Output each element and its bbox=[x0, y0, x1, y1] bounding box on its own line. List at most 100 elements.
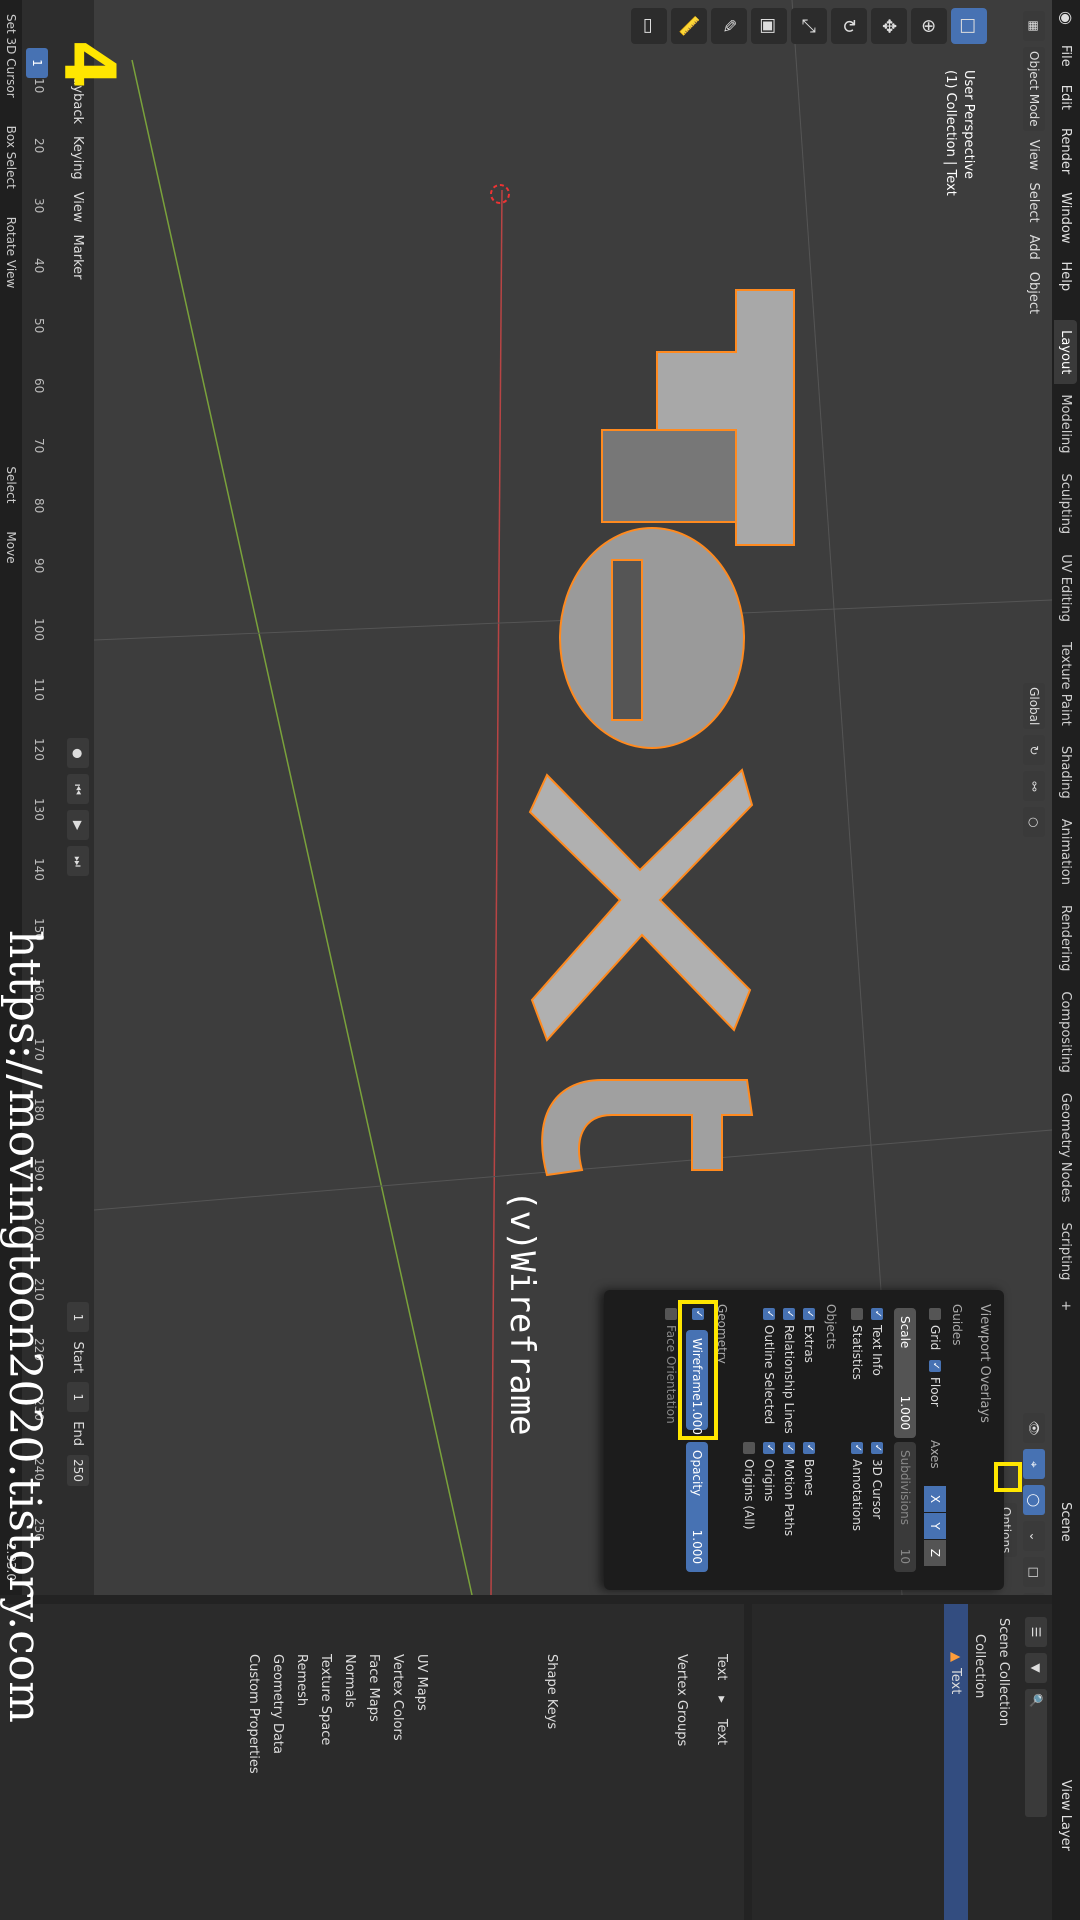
tab-modeling[interactable]: Modeling bbox=[1055, 384, 1078, 463]
snap-icon[interactable]: ⚯ bbox=[1023, 771, 1045, 802]
panel-texture-space[interactable]: Texture Space bbox=[314, 1604, 338, 1920]
scene-collection-label: Scene Collection bbox=[996, 1618, 1012, 1727]
origins-checkbox[interactable]: ✓ Origins bbox=[762, 1442, 776, 1502]
floor-checkbox[interactable]: ✓ Floor bbox=[928, 1360, 942, 1407]
object-mode-dropdown[interactable]: Object Mode bbox=[1023, 47, 1045, 131]
rotate-tool-icon[interactable]: ↻ bbox=[831, 8, 867, 44]
overlays-toggle-icon[interactable]: ◯ bbox=[1023, 1485, 1045, 1516]
end-label: End bbox=[70, 1421, 86, 1446]
panel-custom-properties[interactable]: Custom Properties bbox=[242, 1604, 266, 1920]
motion-paths-checkbox[interactable]: ✓ Motion Paths bbox=[782, 1442, 796, 1536]
menu-view[interactable]: View bbox=[1027, 140, 1042, 171]
bones-checkbox[interactable]: ✓ Bones bbox=[802, 1442, 816, 1496]
menu-edit[interactable]: Edit bbox=[1059, 76, 1074, 119]
timeline-tick: 70 bbox=[32, 438, 46, 454]
text-info-checkbox[interactable]: ✓ Text Info bbox=[870, 1308, 884, 1376]
tab-uv-editing[interactable]: UV Editing bbox=[1055, 544, 1078, 632]
record-icon[interactable]: ● bbox=[67, 738, 89, 769]
menu-render[interactable]: Render bbox=[1059, 119, 1074, 183]
jump-start-icon[interactable]: ⏮ bbox=[67, 774, 89, 805]
3d-viewport[interactable]: ▦ Object Mode View Select Add Object Glo… bbox=[94, 0, 1052, 1595]
axis-y-toggle[interactable]: Y bbox=[924, 1513, 946, 1539]
tab-rendering[interactable]: Rendering bbox=[1055, 895, 1078, 981]
select-box-tool-icon[interactable]: □ bbox=[951, 8, 987, 44]
outliner-filter-icon[interactable]: ▼ bbox=[1025, 1653, 1047, 1683]
menu-view-timeline[interactable]: View bbox=[71, 192, 86, 223]
panel-face-maps[interactable]: Face Maps bbox=[362, 1604, 386, 1920]
pivot-icon[interactable]: ↻ bbox=[1023, 735, 1045, 766]
text-object-mesh[interactable] bbox=[528, 289, 795, 1177]
gizmo-toggle-icon[interactable]: ⌖ bbox=[1023, 1449, 1045, 1480]
panel-remesh[interactable]: Remesh bbox=[290, 1604, 314, 1920]
menu-file[interactable]: File bbox=[1059, 36, 1074, 76]
tab-shading[interactable]: Shading bbox=[1055, 736, 1078, 809]
start-frame-field[interactable]: 1 bbox=[67, 1382, 89, 1413]
outliner-editor-icon[interactable]: ☰ bbox=[1025, 1617, 1047, 1647]
transform-tool-icon[interactable]: ▣ bbox=[751, 8, 787, 44]
panel-uv-maps[interactable]: UV Maps bbox=[410, 1604, 434, 1920]
grid-subdivisions-slider[interactable]: Subdivisions 10 bbox=[894, 1442, 916, 1572]
tab-layout[interactable]: Layout bbox=[1054, 320, 1078, 385]
xray-icon[interactable]: □ bbox=[1023, 1557, 1045, 1588]
visibility-icon[interactable]: 👁 bbox=[1023, 1413, 1045, 1444]
menu-marker[interactable]: Marker bbox=[71, 235, 86, 280]
menu-window[interactable]: Window bbox=[1059, 183, 1074, 252]
add-cube-tool-icon[interactable]: ▭ bbox=[631, 8, 667, 44]
menu-keying[interactable]: Keying bbox=[71, 136, 86, 180]
move-tool-icon[interactable]: ✥ bbox=[871, 8, 907, 44]
scene-collection-row[interactable]: Scene Collection bbox=[992, 1604, 1016, 1920]
view-layer-selector[interactable]: View Layer bbox=[1059, 1771, 1074, 1860]
current-frame-field[interactable]: 1 bbox=[67, 1302, 89, 1333]
properties-panel: Text ▸ Text Vertex Groups Shape Keys UV … bbox=[0, 1604, 744, 1920]
outline-selected-checkbox[interactable]: ✓ Outline Selected bbox=[762, 1308, 776, 1424]
jump-end-icon[interactable]: ⏭ bbox=[67, 846, 89, 877]
panel-shape-keys[interactable]: Shape Keys bbox=[540, 1604, 564, 1920]
timeline-tick: 60 bbox=[32, 378, 46, 394]
relationship-lines-checkbox[interactable]: ✓ Relationship Lines bbox=[782, 1308, 796, 1434]
panel-vertex-groups[interactable]: Vertex Groups bbox=[670, 1604, 694, 1920]
end-frame-field[interactable]: 250 bbox=[67, 1454, 89, 1486]
annotate-tool-icon[interactable]: ✎ bbox=[711, 8, 747, 44]
transform-orientation-dropdown[interactable]: Global bbox=[1023, 683, 1045, 730]
timeline-tick: 10 bbox=[32, 78, 46, 94]
menu-add[interactable]: Add bbox=[1027, 235, 1042, 260]
panel-geometry-data[interactable]: Geometry Data bbox=[266, 1604, 290, 1920]
editor-type-button[interactable]: ▦ bbox=[1023, 11, 1045, 41]
scale-tool-icon[interactable]: ⤢ bbox=[791, 8, 827, 44]
opacity-slider[interactable]: Opacity 1.000 bbox=[686, 1442, 708, 1572]
grid-checkbox[interactable]: Grid bbox=[928, 1308, 942, 1350]
menu-help[interactable]: Help bbox=[1059, 253, 1074, 301]
tab-compositing[interactable]: Compositing bbox=[1055, 981, 1078, 1083]
proportional-edit-icon[interactable]: ○ bbox=[1023, 807, 1045, 838]
tab-geometry-nodes[interactable]: Geometry Nodes bbox=[1055, 1083, 1078, 1213]
tab-scripting[interactable]: Scripting bbox=[1055, 1213, 1078, 1291]
add-workspace-button[interactable]: + bbox=[1055, 1290, 1078, 1321]
scene-selector[interactable]: Scene bbox=[1059, 1493, 1074, 1551]
collection-row[interactable]: Collection bbox=[968, 1604, 992, 1920]
shading-wireframe-icon[interactable]: ◎ bbox=[1023, 1593, 1045, 1595]
outliner-search-input[interactable]: 🔍 bbox=[1025, 1689, 1047, 1817]
grid-scale-slider[interactable]: Scale 1.000 bbox=[894, 1308, 916, 1438]
playhead[interactable]: 1 bbox=[26, 48, 48, 78]
origins-all-checkbox[interactable]: Origins (All) bbox=[742, 1442, 756, 1530]
tab-animation[interactable]: Animation bbox=[1055, 809, 1078, 895]
overlays-dropdown-icon[interactable]: ⌄ bbox=[1023, 1521, 1045, 1552]
panel-vertex-colors[interactable]: Vertex Colors bbox=[386, 1604, 410, 1920]
cursor-tool-icon[interactable]: ⊕ bbox=[911, 8, 947, 44]
panel-normals[interactable]: Normals bbox=[338, 1604, 362, 1920]
play-icon[interactable]: ▶ bbox=[67, 810, 89, 841]
3d-cursor-checkbox[interactable]: ✓ 3D Cursor bbox=[870, 1442, 884, 1519]
menu-select[interactable]: Select bbox=[1027, 182, 1042, 222]
axis-z-toggle[interactable]: Z bbox=[924, 1540, 946, 1566]
extras-checkbox[interactable]: ✓ Extras bbox=[802, 1308, 816, 1363]
annotations-checkbox[interactable]: ✓ Annotations bbox=[850, 1442, 864, 1531]
text-object-row[interactable]: ▲ Text ◑ bbox=[944, 1604, 968, 1920]
tab-texture-paint[interactable]: Texture Paint bbox=[1055, 632, 1078, 736]
tab-sculpting[interactable]: Sculpting bbox=[1055, 463, 1078, 544]
blender-logo-icon[interactable]: ◉ bbox=[1056, 8, 1076, 28]
measure-tool-icon[interactable]: 📏 bbox=[671, 8, 707, 44]
axis-x-toggle[interactable]: X bbox=[924, 1486, 946, 1512]
menu-object[interactable]: Object bbox=[1027, 272, 1042, 314]
statistics-checkbox[interactable]: Statistics bbox=[850, 1308, 864, 1380]
face-orientation-checkbox[interactable]: Face Orientation bbox=[664, 1308, 678, 1424]
